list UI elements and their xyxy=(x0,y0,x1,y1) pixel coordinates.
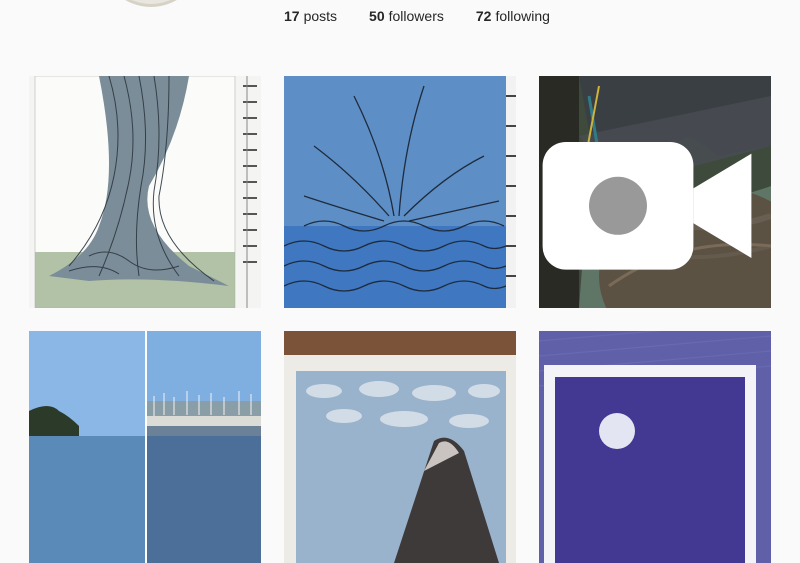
watercolor-image xyxy=(539,331,771,563)
posts-grid xyxy=(29,76,771,563)
sketch-image xyxy=(29,76,261,308)
post-thumbnail-4[interactable] xyxy=(29,331,261,563)
post-thumbnail-1[interactable] xyxy=(29,76,261,308)
followers-count[interactable]: 50 followers xyxy=(369,8,444,24)
watercolor-image xyxy=(284,76,516,308)
following-count[interactable]: 72 following xyxy=(476,8,550,24)
profile-stats: 17 posts 50 followers 72 following xyxy=(284,8,550,24)
watercolor-image xyxy=(284,331,516,563)
post-thumbnail-3[interactable] xyxy=(539,76,771,308)
posts-count: 17 posts xyxy=(284,8,338,24)
profile-avatar[interactable] xyxy=(100,0,202,7)
post-thumbnail-2[interactable] xyxy=(284,76,516,308)
video-camera-icon xyxy=(542,142,752,270)
post-thumbnail-5[interactable] xyxy=(284,331,516,563)
marina-photo xyxy=(29,331,261,563)
post-thumbnail-6[interactable] xyxy=(539,331,771,563)
